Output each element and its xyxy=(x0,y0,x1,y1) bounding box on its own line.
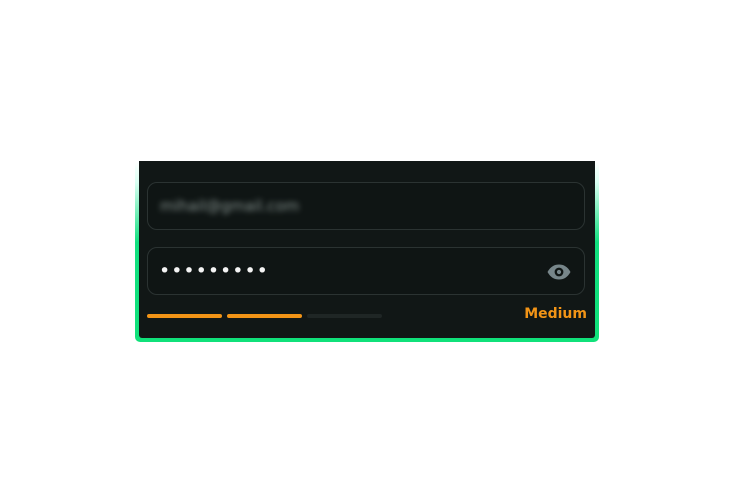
password-form-card: mihail@gmail.com ••••••••• Medium xyxy=(139,161,595,338)
email-value: mihail@gmail.com xyxy=(160,197,300,215)
email-field[interactable]: mihail@gmail.com xyxy=(147,182,585,230)
password-field[interactable]: ••••••••• xyxy=(147,247,585,295)
strength-label: Medium xyxy=(524,306,587,322)
strength-segment-3 xyxy=(307,314,382,318)
password-strength-meter: Medium xyxy=(147,306,587,324)
show-password-button[interactable] xyxy=(546,261,572,283)
password-value: ••••••••• xyxy=(159,260,269,282)
eye-icon xyxy=(547,264,571,280)
strength-segment-1 xyxy=(147,314,222,318)
strength-segment-2 xyxy=(227,314,302,318)
